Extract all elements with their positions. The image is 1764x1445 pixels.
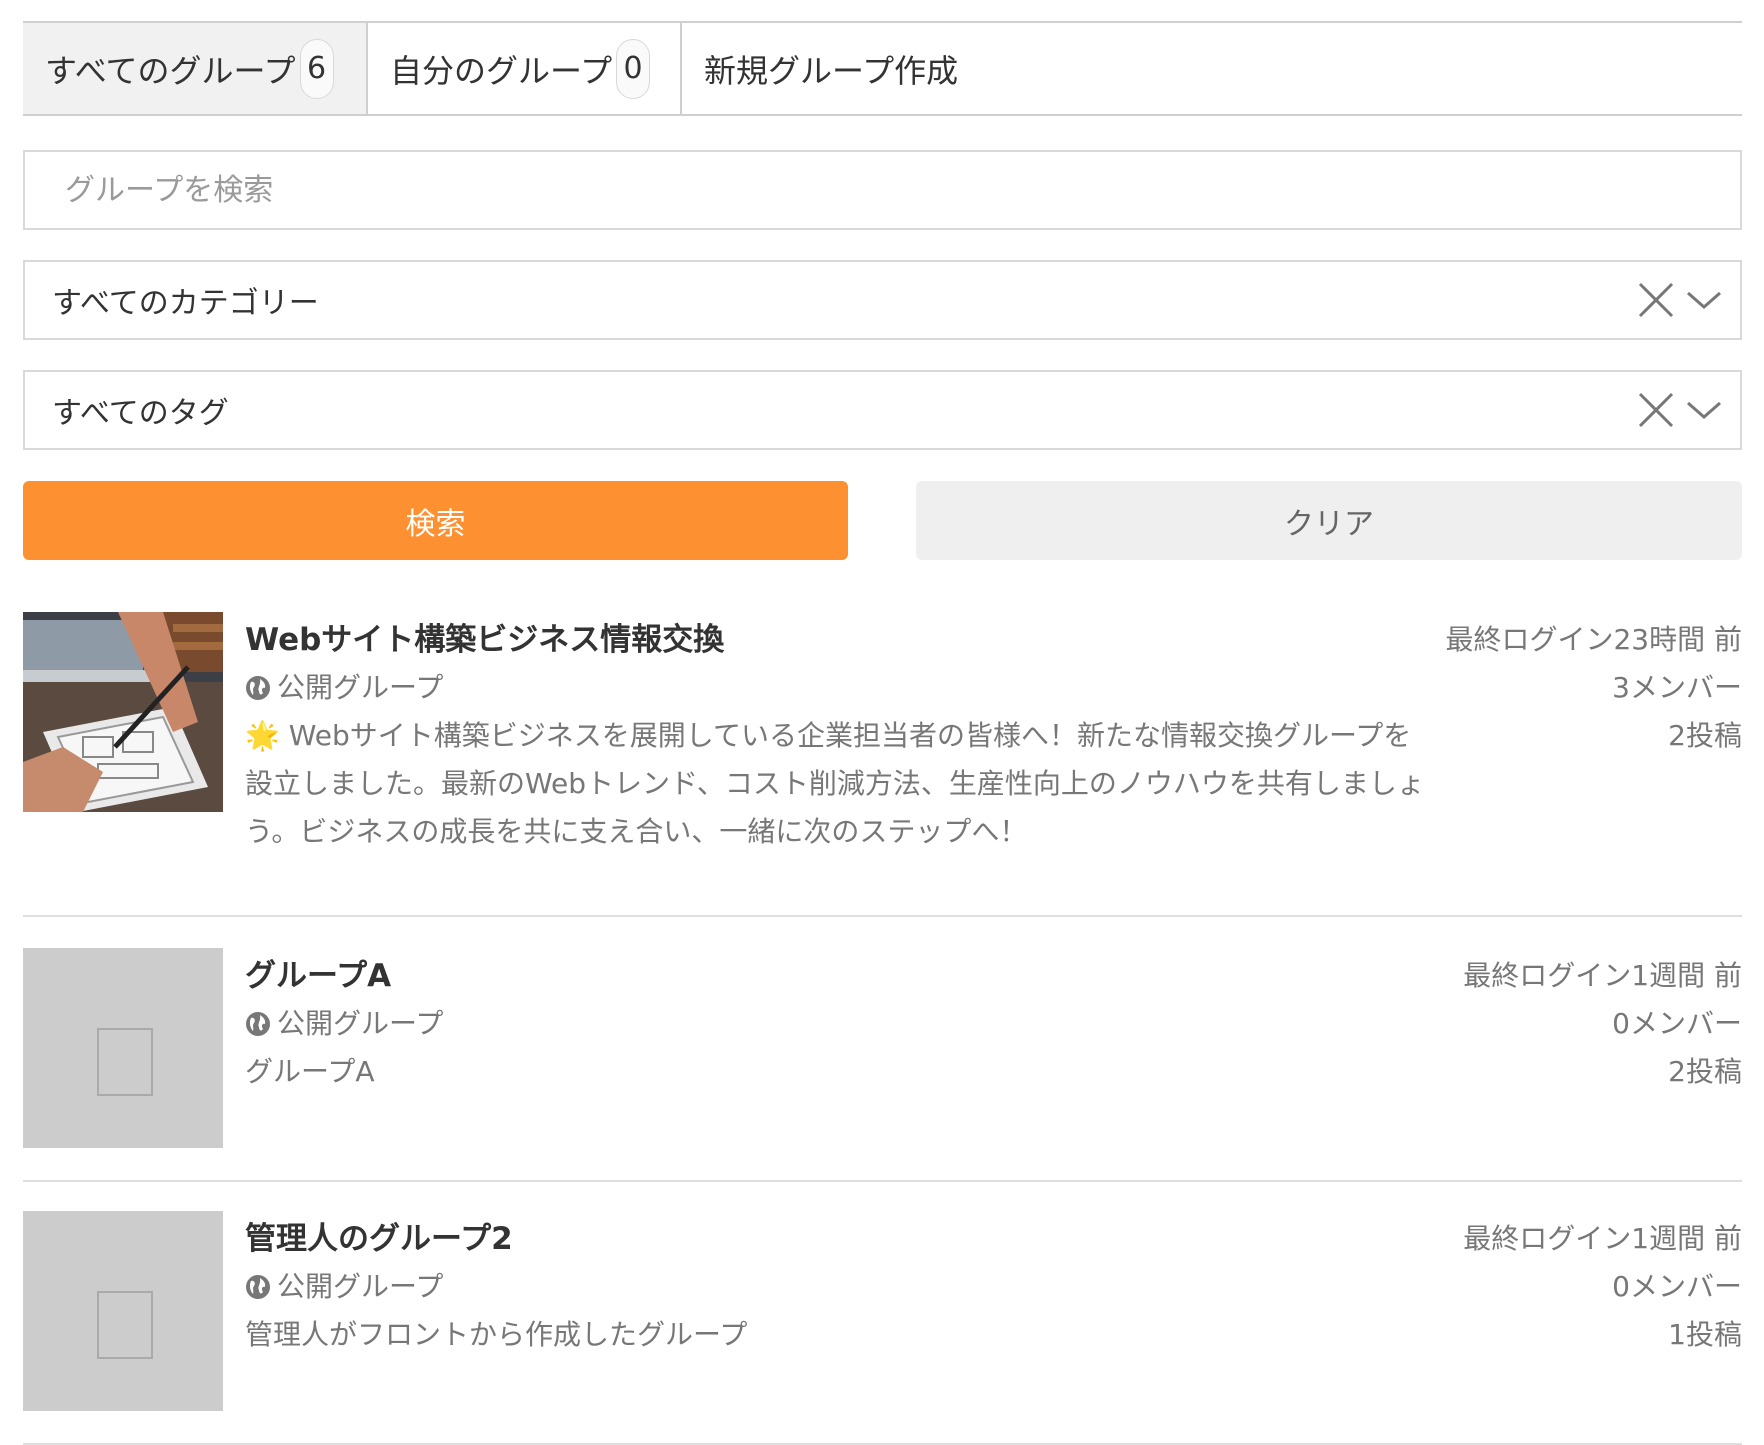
last-login: 最終ログイン1週間 前 xyxy=(1463,959,1742,992)
globe-icon xyxy=(246,1012,270,1036)
globe-icon xyxy=(246,1275,270,1299)
group-type: 公開グループ xyxy=(245,1004,1425,1044)
member-count: 0メンバー xyxy=(1612,1007,1742,1040)
group-name[interactable]: Webサイト構築ビジネス情報交換 xyxy=(245,620,1425,660)
tag-select[interactable]: すべてのタグ xyxy=(23,370,1742,450)
group-tabs: すべてのグループ 6 自分のグループ 0 新規グループ作成 xyxy=(23,21,1742,116)
close-icon[interactable] xyxy=(1634,388,1678,432)
group-list-item: Webサイト構築ビジネス情報交換 公開グループ 🌟 Webサイト構築ビジネスを展… xyxy=(23,612,1742,917)
group-description: 🌟 Webサイト構築ビジネスを展開している企業担当者の皆様へ！新たな情報交換グル… xyxy=(245,719,1425,848)
category-select[interactable]: すべてのカテゴリー xyxy=(23,260,1742,340)
member-count: 3メンバー xyxy=(1612,671,1742,704)
chevron-down-icon[interactable] xyxy=(1684,395,1724,425)
search-box xyxy=(23,150,1742,230)
count-badge: 6 xyxy=(299,38,334,99)
group-description: 管理人がフロントから作成したグループ xyxy=(245,1318,748,1351)
search-input[interactable] xyxy=(25,152,1740,228)
image-placeholder-icon xyxy=(97,1028,153,1096)
tab-label: すべてのグループ xyxy=(45,51,296,90)
globe-icon xyxy=(246,676,270,700)
count-badge: 0 xyxy=(616,38,651,99)
category-select-value: すべてのカテゴリー xyxy=(52,286,319,321)
group-name[interactable]: グループA xyxy=(245,956,1425,996)
image-placeholder-icon xyxy=(97,1291,153,1359)
close-icon[interactable] xyxy=(1634,278,1678,322)
tab-create-group[interactable]: 新規グループ作成 xyxy=(682,23,980,114)
post-count: 2投稿 xyxy=(1668,1055,1742,1088)
group-thumbnail[interactable] xyxy=(23,948,223,1148)
group-list-item: 管理人のグループ2 公開グループ 管理人がフロントから作成したグループ 最終ログ… xyxy=(23,1211,1742,1445)
tab-label: 新規グループ作成 xyxy=(704,51,959,90)
group-type-label: 公開グループ xyxy=(277,671,444,704)
group-type: 公開グループ xyxy=(245,668,1425,708)
group-type-label: 公開グループ xyxy=(277,1270,444,1303)
group-info: 管理人のグループ2 公開グループ 管理人がフロントから作成したグループ xyxy=(245,1211,1425,1359)
groups-page: すべてのグループ 6 自分のグループ 0 新規グループ作成 すべてのカテゴリー … xyxy=(0,0,1764,1445)
group-meta: 最終ログイン1週間 前 0メンバー 1投稿 xyxy=(1463,1215,1742,1359)
group-list-item: グループA 公開グループ グループA 最終ログイン1週間 前 0メンバー 2投稿 xyxy=(23,948,1742,1182)
last-login: 最終ログイン1週間 前 xyxy=(1463,1222,1742,1255)
last-login: 最終ログイン23時間 前 xyxy=(1445,623,1742,656)
group-meta: 最終ログイン23時間 前 3メンバー 2投稿 xyxy=(1445,616,1742,760)
group-thumbnail[interactable] xyxy=(23,1211,223,1411)
group-type-label: 公開グループ xyxy=(277,1007,444,1040)
group-name[interactable]: 管理人のグループ2 xyxy=(245,1219,1425,1259)
clear-button[interactable]: クリア xyxy=(916,481,1742,560)
group-photo xyxy=(23,612,223,812)
post-count: 1投稿 xyxy=(1668,1318,1742,1351)
group-info: Webサイト構築ビジネス情報交換 公開グループ 🌟 Webサイト構築ビジネスを展… xyxy=(245,612,1425,856)
group-description: グループA xyxy=(245,1055,375,1088)
chevron-down-icon[interactable] xyxy=(1684,285,1724,315)
group-meta: 最終ログイン1週間 前 0メンバー 2投稿 xyxy=(1463,952,1742,1096)
post-count: 2投稿 xyxy=(1668,719,1742,752)
group-info: グループA 公開グループ グループA xyxy=(245,948,1425,1096)
tab-all-groups[interactable]: すべてのグループ 6 xyxy=(23,23,368,114)
tag-select-value: すべてのタグ xyxy=(52,396,229,431)
group-thumbnail[interactable] xyxy=(23,612,223,812)
tab-my-groups[interactable]: 自分のグループ 0 xyxy=(368,23,682,114)
group-type: 公開グループ xyxy=(245,1267,1425,1307)
tab-label: 自分のグループ xyxy=(390,51,613,90)
search-button[interactable]: 検索 xyxy=(23,481,848,560)
member-count: 0メンバー xyxy=(1612,1270,1742,1303)
